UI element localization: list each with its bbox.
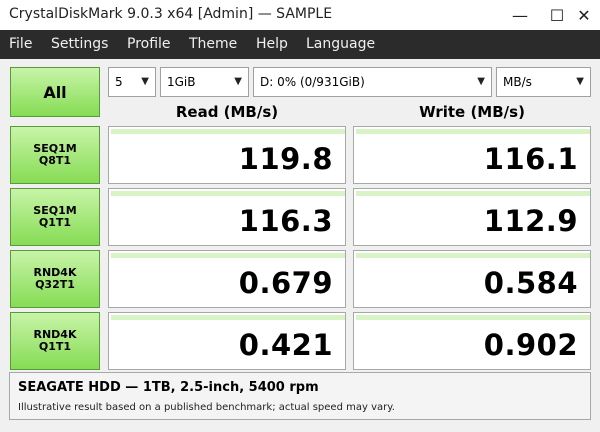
test-button-rnd4k-q32t1[interactable]: RND4K Q32T1 xyxy=(10,250,100,308)
menu-help[interactable]: Help xyxy=(256,36,288,52)
menu-bar: File Settings Profile Theme Help Languag… xyxy=(0,30,600,59)
write-progress-bar xyxy=(356,129,590,134)
menu-file[interactable]: File xyxy=(9,36,32,52)
test-button-rnd4k-q1t1[interactable]: RND4K Q1T1 xyxy=(10,312,100,370)
read-result-cell: 119.8 xyxy=(108,126,346,184)
all-button[interactable]: All xyxy=(10,67,100,117)
write-result-cell: 0.902 xyxy=(353,312,591,370)
test-count-select[interactable]: 5 ▼ xyxy=(108,67,156,97)
write-result-cell: 112.9 xyxy=(353,188,591,246)
write-result-cell: 116.1 xyxy=(353,126,591,184)
read-progress-bar xyxy=(111,253,345,258)
window-title: CrystalDiskMark 9.0.3 x64 [Admin] — SAMP… xyxy=(9,6,333,22)
drive-select[interactable]: D: 0% (0/931GiB) ▼ xyxy=(253,67,492,97)
device-description: SEAGATE HDD — 1TB, 2.5-inch, 5400 rpm xyxy=(18,380,319,395)
read-result-cell: 0.421 xyxy=(108,312,346,370)
test-label-line2: Q8T1 xyxy=(38,154,72,167)
write-result-cell: 0.584 xyxy=(353,250,591,308)
chevron-down-icon: ▼ xyxy=(576,76,584,87)
menu-language[interactable]: Language xyxy=(306,36,375,52)
test-label-line2: Q1T1 xyxy=(38,340,72,353)
unit-select[interactable]: MB/s ▼ xyxy=(496,67,591,97)
read-progress-bar xyxy=(111,315,345,320)
menu-profile[interactable]: Profile xyxy=(127,36,171,52)
write-progress-bar xyxy=(356,191,590,196)
test-count-value: 5 xyxy=(115,75,123,89)
test-size-select[interactable]: 1GiB ▼ xyxy=(160,67,249,97)
write-progress-bar xyxy=(356,315,590,320)
chevron-down-icon: ▼ xyxy=(234,76,242,87)
menu-settings[interactable]: Settings xyxy=(51,36,108,52)
drive-value: D: 0% (0/931GiB) xyxy=(260,75,365,89)
disclaimer-note: Illustrative result based on a published… xyxy=(18,402,395,413)
read-result-cell: 116.3 xyxy=(108,188,346,246)
write-result-value: 0.584 xyxy=(483,266,578,300)
read-result-cell: 0.679 xyxy=(108,250,346,308)
write-header: Write (MB/s) xyxy=(419,103,525,121)
write-progress-bar xyxy=(356,253,590,258)
read-result-value: 0.679 xyxy=(238,266,333,300)
read-result-value: 119.8 xyxy=(238,142,333,176)
test-label-line2: Q1T1 xyxy=(38,216,72,229)
read-header: Read (MB/s) xyxy=(175,103,279,121)
main-panel: All 5 ▼ 1GiB ▼ D: 0% (0/931GiB) ▼ MB/s ▼… xyxy=(0,59,600,432)
menu-theme[interactable]: Theme xyxy=(189,36,237,52)
write-result-value: 0.902 xyxy=(483,328,578,362)
read-result-value: 0.421 xyxy=(238,328,333,362)
title-bar: CrystalDiskMark 9.0.3 x64 [Admin] — SAMP… xyxy=(0,0,600,30)
test-button-seq1m-q8t1[interactable]: SEQ1M Q8T1 xyxy=(10,126,100,184)
write-result-value: 116.1 xyxy=(483,142,578,176)
minimize-button[interactable]: — xyxy=(500,0,540,30)
read-progress-bar xyxy=(111,191,345,196)
test-label-line2: Q32T1 xyxy=(35,278,75,291)
close-button[interactable]: ✕ xyxy=(564,0,600,30)
write-result-value: 112.9 xyxy=(483,204,578,238)
chevron-down-icon: ▼ xyxy=(477,76,485,87)
chevron-down-icon: ▼ xyxy=(141,76,149,87)
read-result-value: 116.3 xyxy=(238,204,333,238)
comment-box[interactable]: SEAGATE HDD — 1TB, 2.5-inch, 5400 rpm Il… xyxy=(9,372,591,420)
unit-value: MB/s xyxy=(503,75,532,89)
test-button-seq1m-q1t1[interactable]: SEQ1M Q1T1 xyxy=(10,188,100,246)
read-progress-bar xyxy=(111,129,345,134)
test-size-value: 1GiB xyxy=(167,75,196,89)
